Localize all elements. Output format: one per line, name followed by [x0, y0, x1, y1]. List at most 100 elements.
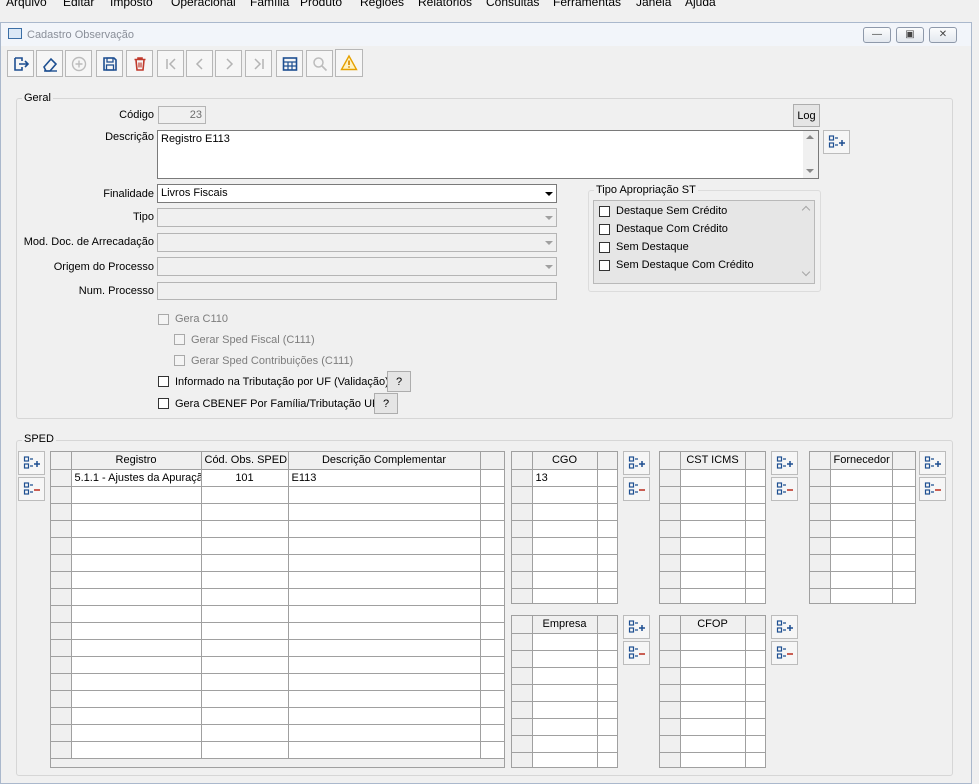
codigo-field[interactable]: 23	[158, 106, 206, 124]
maximize-icon[interactable]: ▣	[896, 27, 924, 43]
sem-destaque-com-credito-checkbox[interactable]	[599, 260, 610, 271]
registro-cell[interactable]: 5.1.1 - Ajustes da Apuraçã	[71, 469, 202, 487]
empty-row[interactable]	[51, 656, 504, 674]
add-cst-button[interactable]	[771, 451, 798, 475]
grid-cell[interactable]	[480, 656, 504, 674]
empty-row[interactable]	[660, 650, 765, 668]
row-indicator[interactable]	[51, 605, 72, 623]
row-indicator[interactable]	[660, 701, 681, 719]
grid-cell[interactable]	[597, 650, 617, 668]
exit-button[interactable]	[7, 50, 34, 77]
grid-cell[interactable]	[532, 684, 598, 702]
destaque-sem-credito-checkbox[interactable]	[599, 206, 610, 217]
row-indicator[interactable]	[810, 469, 831, 487]
empty-row[interactable]	[660, 520, 765, 538]
grid-cell[interactable]	[201, 639, 289, 657]
empty-row[interactable]	[512, 633, 617, 651]
grid-cell[interactable]	[830, 503, 893, 521]
add-empresa-button[interactable]	[623, 615, 650, 639]
grid-cell[interactable]	[597, 503, 617, 521]
row-indicator[interactable]	[51, 656, 72, 674]
empty-row[interactable]	[660, 571, 765, 589]
grid-cell[interactable]	[71, 656, 202, 674]
grid-cell[interactable]	[892, 571, 915, 589]
row-indicator[interactable]	[810, 554, 831, 572]
grid-cell[interactable]	[71, 707, 202, 725]
row-indicator[interactable]	[512, 520, 533, 538]
grid-cell[interactable]	[680, 650, 746, 668]
remove-cfop-button[interactable]	[771, 641, 798, 665]
minimize-button[interactable]: —	[863, 27, 891, 43]
row-indicator[interactable]	[51, 707, 72, 725]
grid-cell[interactable]	[745, 684, 765, 702]
cgo-column-header[interactable]: CGO	[532, 452, 598, 470]
cgo-cell[interactable]: 13	[532, 469, 598, 487]
grid-cell[interactable]	[532, 588, 598, 603]
cst-icms-column-header[interactable]: CST ICMS	[680, 452, 746, 470]
grid-cell[interactable]	[532, 554, 598, 572]
grid-cell[interactable]	[71, 724, 202, 742]
row-indicator[interactable]	[512, 650, 533, 668]
grid-cell[interactable]	[680, 469, 746, 487]
grid-cell[interactable]	[480, 588, 504, 606]
row-indicator[interactable]	[51, 639, 72, 657]
menu-regioes[interactable]: Regiões	[360, 0, 404, 9]
grid-cell[interactable]	[71, 486, 202, 504]
empty-row[interactable]	[810, 486, 915, 504]
row-indicator[interactable]	[512, 718, 533, 736]
grid-cell[interactable]	[201, 554, 289, 572]
menu-editar[interactable]: Editar	[63, 0, 94, 9]
empty-row[interactable]	[660, 701, 765, 719]
empty-row[interactable]	[660, 735, 765, 753]
grid-cell[interactable]	[532, 520, 598, 538]
row-indicator[interactable]	[660, 588, 681, 603]
empty-row[interactable]	[51, 741, 504, 759]
grid-cell[interactable]	[288, 605, 481, 623]
empty-row[interactable]	[810, 537, 915, 555]
grid-cell[interactable]	[597, 684, 617, 702]
empty-row[interactable]	[660, 633, 765, 651]
row-indicator[interactable]	[660, 633, 681, 651]
row-indicator[interactable]	[512, 571, 533, 589]
fornecedor-column-header[interactable]: Fornecedor	[830, 452, 893, 470]
grid-cell[interactable]	[892, 588, 915, 603]
empty-row[interactable]	[810, 520, 915, 538]
tipo-select[interactable]	[157, 208, 557, 227]
grid-cell[interactable]	[288, 673, 481, 691]
empty-row[interactable]	[810, 571, 915, 589]
menu-ferramentas[interactable]: Ferramentas	[553, 0, 621, 9]
empty-row[interactable]	[512, 752, 617, 767]
row-indicator[interactable]	[512, 633, 533, 651]
row-indicator[interactable]	[51, 469, 72, 487]
row-indicator[interactable]	[512, 469, 533, 487]
row-indicator[interactable]	[810, 503, 831, 521]
grid-cell[interactable]	[745, 520, 765, 538]
grid-cell[interactable]	[201, 520, 289, 538]
empty-row[interactable]	[51, 673, 504, 691]
menu-familia[interactable]: Família	[250, 0, 289, 9]
grid-cell[interactable]	[597, 701, 617, 719]
row-indicator[interactable]	[512, 667, 533, 685]
clear-button[interactable]	[36, 50, 63, 77]
grid-cell[interactable]	[745, 537, 765, 555]
descricao-field[interactable]: Registro E113	[157, 130, 819, 179]
row-indicator[interactable]	[51, 673, 72, 691]
empty-row[interactable]	[51, 486, 504, 504]
row-indicator[interactable]	[810, 537, 831, 555]
grid-cell[interactable]	[745, 503, 765, 521]
row-indicator[interactable]	[512, 735, 533, 753]
descricao-scrollbar[interactable]	[803, 131, 818, 178]
grid-cell[interactable]	[597, 554, 617, 572]
empty-row[interactable]	[512, 701, 617, 719]
finalidade-select[interactable]: Livros Fiscais	[157, 184, 557, 203]
empty-row[interactable]	[660, 503, 765, 521]
grid-cell[interactable]	[745, 735, 765, 753]
grid-cell[interactable]	[480, 707, 504, 725]
grid-cell[interactable]	[830, 486, 893, 504]
grid-cell[interactable]	[532, 571, 598, 589]
menu-imposto[interactable]: Imposto	[110, 0, 153, 9]
grid-cell[interactable]	[597, 571, 617, 589]
grid-cell[interactable]	[892, 554, 915, 572]
row-indicator[interactable]	[512, 503, 533, 521]
empty-row[interactable]	[512, 588, 617, 603]
